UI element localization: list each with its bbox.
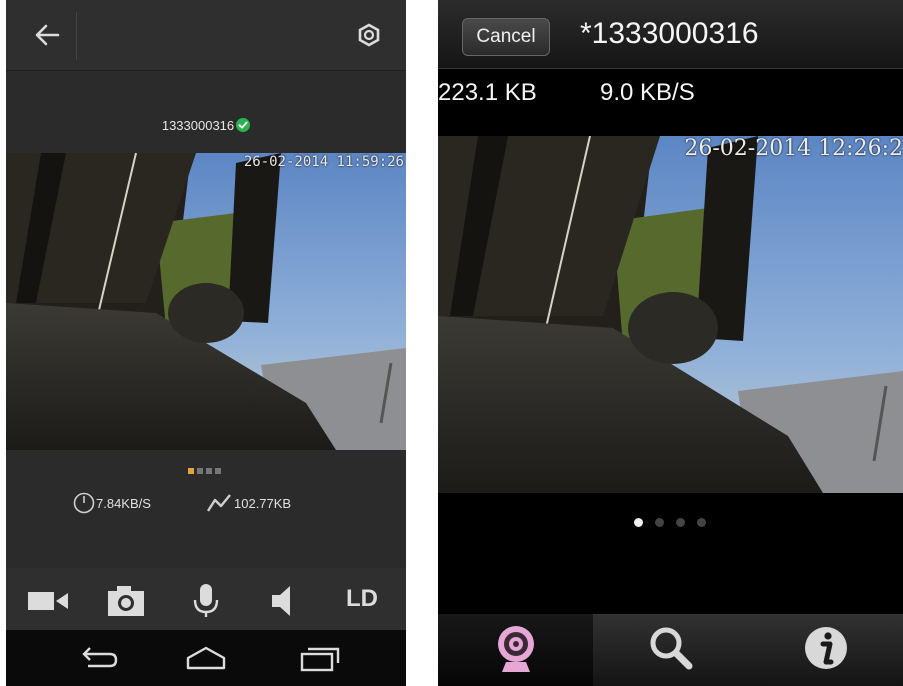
page-title: *1333000316: [580, 17, 759, 50]
page-dot[interactable]: [676, 518, 685, 527]
arrow-left-icon[interactable]: [32, 20, 62, 50]
video-timestamp: 26-02-2014 11:59:26: [243, 154, 404, 170]
tab-search[interactable]: [593, 614, 748, 686]
page-dot[interactable]: [655, 518, 664, 527]
live-video-feed[interactable]: [438, 135, 903, 494]
gear-icon[interactable]: [354, 20, 384, 50]
page-indicator: [634, 514, 718, 532]
speaker-icon[interactable]: [264, 582, 308, 618]
nav-home-icon[interactable]: [182, 642, 230, 674]
system-navigation-bar: [6, 630, 406, 686]
video-camera-icon[interactable]: [26, 582, 70, 618]
tab-info[interactable]: [748, 614, 903, 686]
size-stat: 102.77KB: [206, 492, 291, 514]
quality-toggle[interactable]: LD: [346, 585, 378, 613]
info-icon: [800, 622, 852, 678]
nav-back-icon[interactable]: [74, 642, 122, 674]
speed-stat: 7.84KB/S: [72, 492, 151, 514]
page-dot[interactable]: [206, 468, 212, 474]
control-bar: LD: [6, 568, 406, 630]
cancel-button[interactable]: Cancel: [462, 18, 550, 56]
speedometer-icon: [73, 492, 95, 514]
microphone-icon[interactable]: [184, 582, 228, 618]
nav-recent-icon[interactable]: [296, 642, 344, 674]
size-value: 102.77KB: [234, 496, 292, 511]
stream-stats: 7.84KB/S 102.77KB: [6, 492, 406, 516]
android-live-view-screen: 1333000316 26-02-2014 11:59:26 7.84KB/S: [6, 0, 406, 686]
video-timestamp: 26-02-2014 12:26:2: [684, 136, 903, 161]
size-value: 223.1 KB: [438, 79, 537, 106]
navigation-bar: Cancel *1333000316: [438, 0, 903, 69]
webcam-icon: [490, 622, 542, 678]
search-icon: [645, 622, 697, 678]
device-id: 1333000316: [161, 118, 235, 133]
device-status: 1333000316: [6, 118, 406, 133]
camera-icon[interactable]: [105, 582, 149, 618]
divider: [76, 12, 77, 60]
speed-value: 7.84KB/S: [96, 496, 151, 511]
check-circle-icon: [236, 118, 251, 132]
tab-bar: [438, 614, 903, 686]
page-indicator: [188, 461, 224, 479]
page-dot[interactable]: [188, 468, 194, 474]
speed-value: 9.0 KB/S: [600, 79, 695, 106]
page-dot[interactable]: [634, 518, 643, 527]
page-dot[interactable]: [197, 468, 203, 474]
page-dot[interactable]: [215, 468, 221, 474]
live-video-feed[interactable]: [6, 152, 406, 451]
graph-icon: [206, 494, 231, 512]
top-bar: [6, 0, 406, 71]
tab-live-view[interactable]: [438, 614, 593, 686]
ios-live-view-screen: Cancel *1333000316 223.1 KB 9.0 KB/S 26-…: [438, 0, 903, 686]
page-dot[interactable]: [697, 518, 706, 527]
